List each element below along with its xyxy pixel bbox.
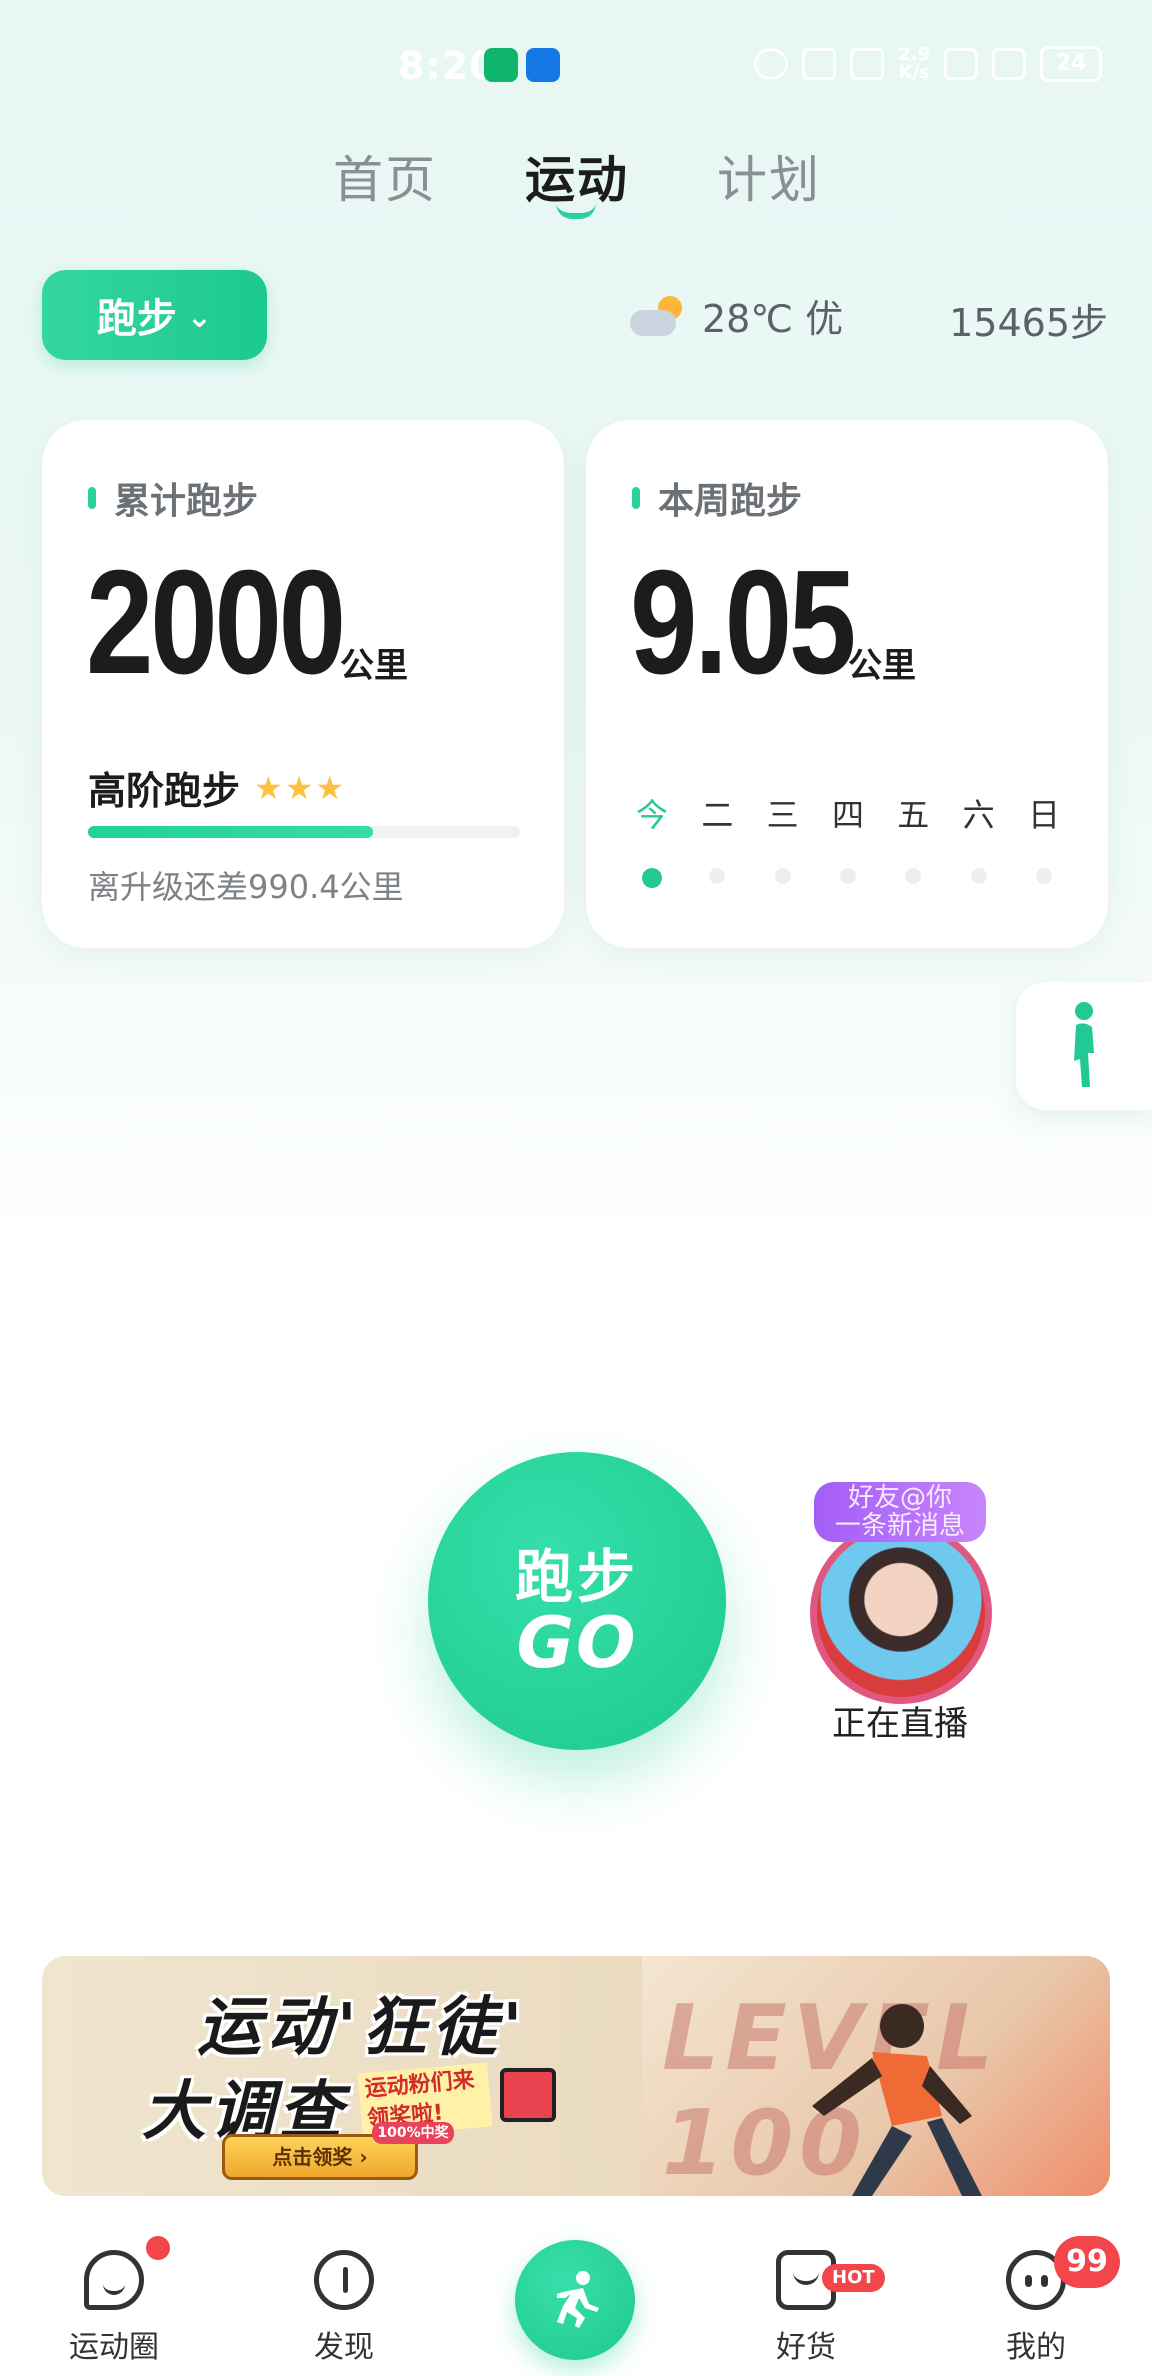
card-title: 本周跑步: [632, 472, 802, 524]
nav-start-run-button[interactable]: [515, 2240, 635, 2360]
tab-sport[interactable]: 运动: [525, 140, 629, 212]
bluetooth-icon: [802, 48, 837, 80]
chat-bubble-icon: [84, 2250, 144, 2310]
weekly-distance-value: 9.05: [630, 540, 856, 705]
go-label: GO: [516, 1602, 638, 1684]
gift-icon: [500, 2068, 556, 2122]
net-speed: 2.9 K/s: [898, 44, 930, 83]
card-title: 累计跑步: [88, 472, 258, 524]
runner-illustration: [812, 2004, 982, 2196]
weather-info[interactable]: 28℃ 优: [630, 288, 843, 343]
notification-dot: [146, 2236, 170, 2260]
sport-type-dropdown[interactable]: 跑步 ⌄: [42, 270, 267, 360]
day-dot: [763, 868, 803, 888]
sport-type-label: 跑步: [96, 296, 177, 342]
day-dot: [828, 868, 868, 888]
weekday-label: 日: [1027, 796, 1060, 834]
nav-discover[interactable]: 发现: [264, 2250, 424, 2366]
status-bar: 8:20 2.9 K/s 24: [0, 0, 1152, 130]
nav-label: 运动圈: [69, 2330, 159, 2365]
banner-left: 运动'狂徒' 大调查 运动粉们来领奖啦! 点击领奖 › 100%中奖: [42, 1956, 642, 2196]
day-dot: [632, 868, 672, 888]
day-dot: [893, 868, 933, 888]
start-run-button[interactable]: 跑步 GO: [428, 1452, 726, 1750]
weekday-label: 今: [635, 796, 668, 834]
distance-unit: 公里: [848, 646, 916, 686]
weekday-label: 三: [766, 796, 799, 834]
live-message-bubble: 好友@你 一条新消息: [814, 1482, 986, 1542]
level-label: 高阶跑步 ★★★: [88, 768, 347, 814]
live-stream-entry[interactable]: 好友@你 一条新消息 正在直播: [808, 1482, 992, 1744]
distance-unit: 公里: [340, 646, 408, 686]
nav-label: 好货: [776, 2330, 836, 2365]
nav-label: 我的: [1006, 2330, 1066, 2365]
message-count-badge: 99: [1054, 2236, 1120, 2288]
avatar: [810, 1522, 992, 1704]
day-dot: [959, 868, 999, 888]
level-progress-bar: [88, 826, 520, 838]
banner-right: LEVEL 100: [642, 1956, 1110, 2196]
battery-icon: 24: [1040, 46, 1102, 82]
signal-icon: [944, 48, 978, 80]
weekday-dots: [632, 868, 1064, 888]
weekday-row: 今 二 三 四 五 六 日: [632, 790, 1064, 836]
standing-figure-icon: [1074, 1002, 1094, 1087]
runner-icon: [557, 2271, 599, 2328]
live-label: 正在直播: [832, 1704, 968, 1744]
nav-label: 发现: [314, 2330, 374, 2365]
cloud-sun-icon: [630, 295, 684, 336]
tab-home[interactable]: 首页: [333, 140, 437, 212]
signal-icon: [992, 48, 1026, 80]
weekly-running-card[interactable]: 本周跑步 9.05 公里 今 二 三 四 五 六 日: [586, 420, 1108, 948]
step-count[interactable]: 15465步: [949, 292, 1108, 347]
total-running-card[interactable]: 累计跑步 2000 公里 高阶跑步 ★★★ 离升级还差990.4公里: [42, 420, 564, 948]
total-distance-value: 2000: [86, 540, 346, 705]
nav-moments[interactable]: 运动圈: [34, 2250, 194, 2366]
weekday-label: 六: [962, 796, 995, 834]
promo-banner[interactable]: 运动'狂徒' 大调查 运动粉们来领奖啦! 点击领奖 › 100%中奖 LEVEL…: [42, 1956, 1110, 2196]
status-time: 8:20: [398, 44, 497, 88]
vibrate-icon: [850, 48, 885, 80]
day-dot: [697, 868, 737, 888]
level-remaining-text: 离升级还差990.4公里: [88, 868, 404, 906]
compass-icon: [314, 2250, 374, 2310]
alarm-icon: [754, 48, 789, 80]
star-rating-icon: ★★★: [254, 768, 347, 807]
weather-text: 28℃ 优: [702, 297, 844, 341]
day-dot: [1024, 868, 1064, 888]
app-notification-icon: [484, 48, 518, 82]
weekday-label: 四: [831, 796, 864, 834]
chevron-down-icon: ⌄: [186, 299, 213, 335]
prize-tag: 100%中奖: [372, 2122, 454, 2144]
hot-badge: HOT: [822, 2264, 885, 2292]
app-notification-icon: [526, 48, 560, 82]
status-icons: 2.9 K/s 24: [754, 46, 1102, 82]
tab-plan[interactable]: 计划: [717, 140, 821, 212]
weekday-label: 五: [897, 796, 930, 834]
weekday-label: 二: [701, 796, 734, 834]
side-shortcut-button[interactable]: [1016, 982, 1152, 1110]
banner-title: 运动'狂徒': [197, 1991, 529, 2065]
